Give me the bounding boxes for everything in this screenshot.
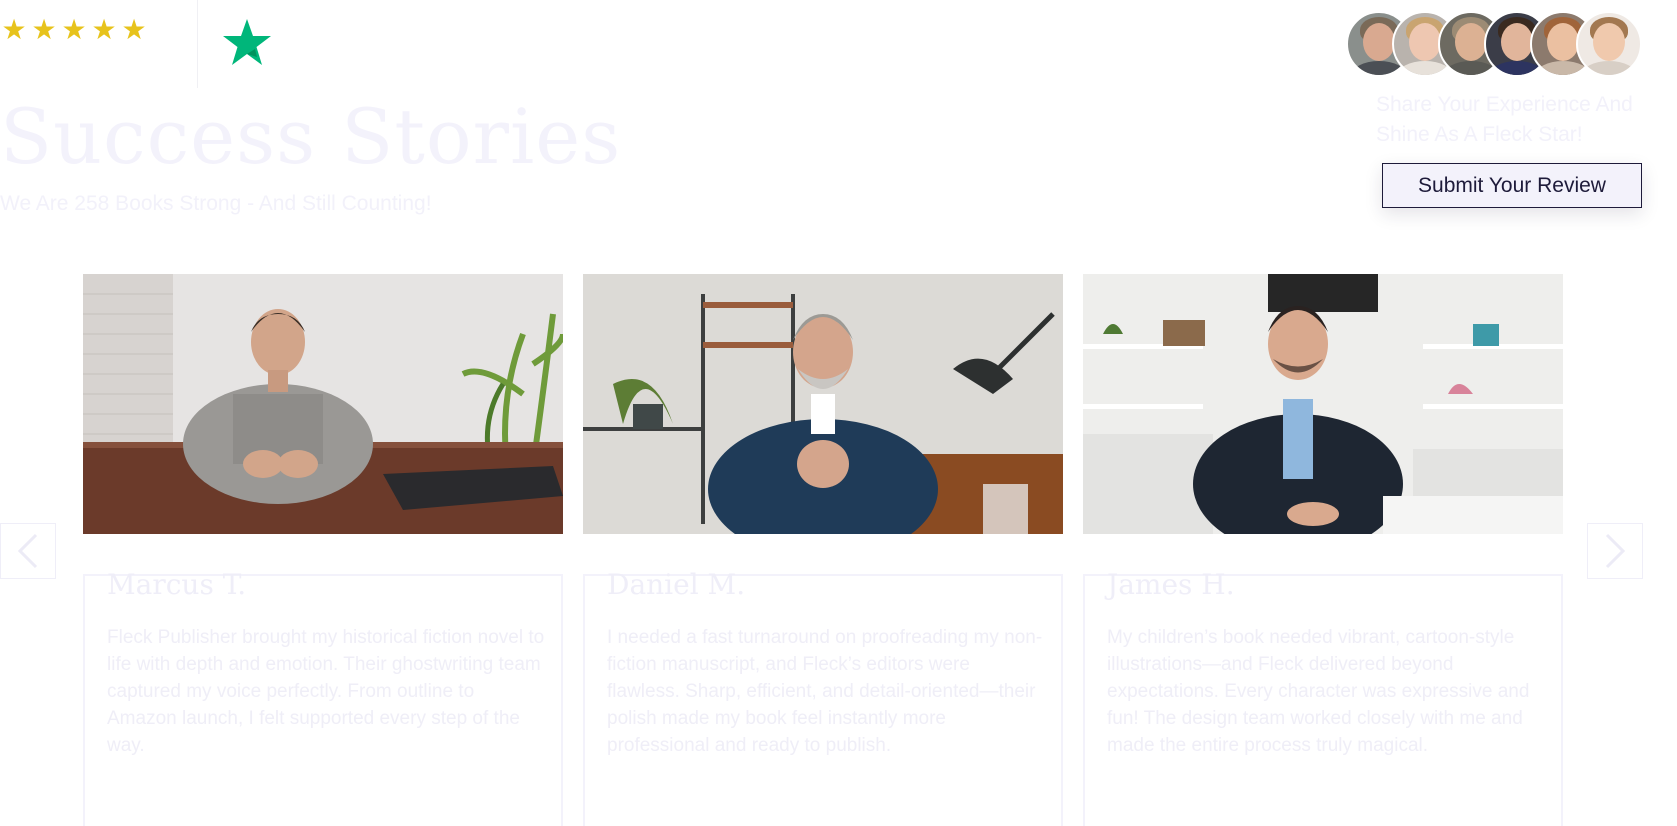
- trustpilot-star-icon: [223, 19, 271, 65]
- testimonial-video-thumbnail[interactable]: [83, 274, 563, 534]
- reviewer-avatars: [1346, 11, 1642, 77]
- review-prompt: Share Your Experience And Shine As A Fle…: [1376, 93, 1633, 146]
- avatar: [1576, 11, 1642, 77]
- header-divider: [197, 0, 198, 88]
- submit-review-button[interactable]: Submit Your Review: [1382, 163, 1642, 208]
- testimonial-card: Daniel M. I needed a fast turnaround on …: [583, 274, 1063, 826]
- testimonial-quote: Fleck Publisher brought my historical fi…: [107, 627, 545, 756]
- star-icon: ★: [1, 13, 27, 46]
- testimonial-card: Marcus T. Fleck Publisher brought my his…: [83, 274, 563, 826]
- testimonial-author: Daniel M.: [607, 568, 746, 601]
- chevron-left-icon: [17, 533, 38, 569]
- rating-stars: ★ ★ ★ ★ ★: [0, 14, 148, 46]
- testimonial-card: James H. My children’s book needed vibra…: [1083, 274, 1563, 826]
- testimonial-author: Marcus T.: [107, 568, 247, 601]
- star-icon: ★: [61, 13, 87, 46]
- chevron-right-icon: [1605, 533, 1626, 569]
- carousel-prev-button[interactable]: [0, 523, 56, 579]
- star-icon: ★: [31, 13, 57, 46]
- page-subtitle: We Are 258 Books Strong - And Still Coun…: [0, 192, 432, 215]
- testimonial-quote: My children’s book needed vibrant, carto…: [1107, 627, 1530, 756]
- testimonial-video-thumbnail[interactable]: [583, 274, 1063, 534]
- testimonial-video-thumbnail[interactable]: [1083, 274, 1563, 534]
- star-icon: ★: [91, 13, 117, 46]
- video-thumbnail-image: [583, 274, 1063, 534]
- success-stories-section: ★ ★ ★ ★ ★ Success Stories We Are 258 Boo…: [0, 0, 1677, 826]
- testimonial-author: James H.: [1107, 568, 1235, 601]
- testimonial-quote: I needed a fast turnaround on proofreadi…: [607, 627, 1043, 756]
- carousel-next-button[interactable]: [1587, 523, 1643, 579]
- video-thumbnail-image: [83, 274, 563, 534]
- video-thumbnail-image: [1083, 274, 1563, 534]
- page-title: Success Stories: [0, 92, 622, 181]
- star-icon: ★: [121, 13, 147, 46]
